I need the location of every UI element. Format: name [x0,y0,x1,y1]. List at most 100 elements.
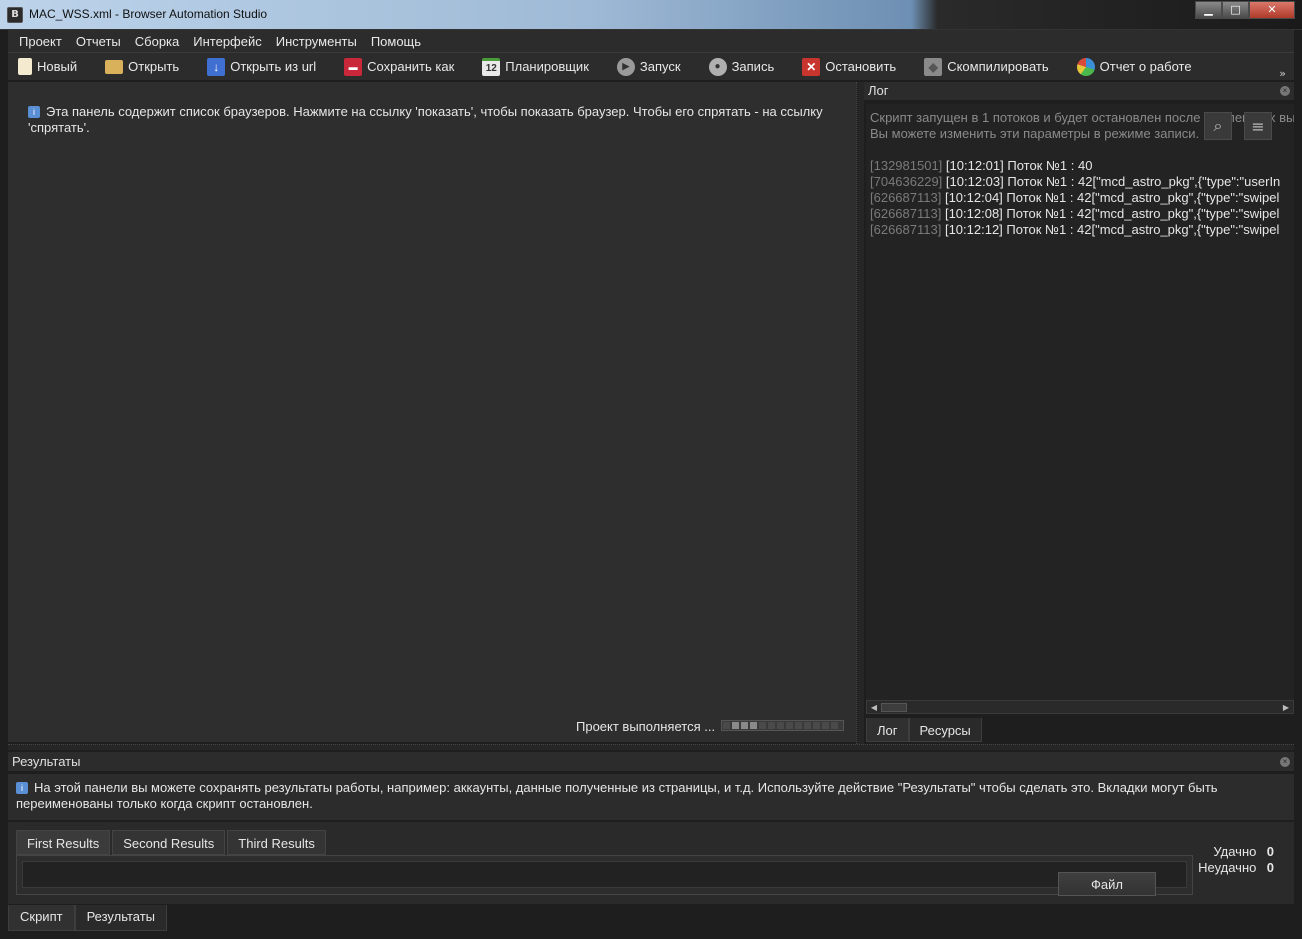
fail-stat: Неудачно 0 [1198,860,1274,875]
progress-segment [786,722,793,729]
bottom-tabs: Скрипт Результаты [8,905,168,931]
new-button[interactable]: Новый [18,58,77,75]
minimize-button[interactable]: ▁ [1195,1,1222,19]
log-line: [626687113] [10:12:12] Поток №1 : 42["mc… [870,222,1280,238]
scrollbar-thumb[interactable] [881,703,907,712]
log-horizontal-scrollbar[interactable]: ◀ ▶ [866,700,1294,714]
scroll-left-icon[interactable]: ◀ [869,703,879,713]
open-button-label: Открыть [128,59,180,74]
search-icon[interactable]: ⌕ [1204,112,1232,140]
menu-project[interactable]: Проект [12,34,69,49]
close-button[interactable]: ✕ [1249,1,1295,19]
log-panel-title: Лог [868,83,889,98]
progress-segment [768,722,775,729]
log-tabs: Лог Ресурсы [866,718,982,742]
calendar-icon: 12 [482,57,501,76]
log-line: [704636229] [10:12:03] Поток №1 : 42["mc… [870,174,1280,190]
results-body: First Results Second Results Third Resul… [8,822,1294,904]
maximize-button[interactable]: □ [1222,1,1249,19]
log-line: [132981501] [10:12:01] Поток №1 : 40 [870,158,1280,174]
success-count: 0 [1266,844,1274,859]
results-info-text: На этой панели вы можете сохранять резул… [16,780,1218,811]
toolbar: Новый Открыть ↓ Открыть из url ▬ Сохрани… [8,52,1294,80]
close-icon[interactable]: × [1280,86,1290,96]
log-line-id: [132981501] [870,158,943,173]
log-line-id: [704636229] [870,174,943,189]
window-controls: ▁ □ ✕ [1195,1,1295,19]
log-lines: [132981501] [10:12:01] Поток №1 : 40 [70… [870,158,1280,238]
menu-reports[interactable]: Отчеты [69,34,128,49]
results-content-area[interactable] [22,861,1187,888]
progress-segment [723,722,730,729]
new-file-icon [18,58,32,75]
run-button[interactable]: ▶ Запуск [616,57,681,76]
save-as-button-label: Сохранить как [367,59,455,74]
tab-first-results[interactable]: First Results [16,830,111,855]
menu-tools[interactable]: Инструменты [269,34,364,49]
play-icon: ▶ [616,57,635,76]
success-label: Удачно [1213,844,1257,859]
tab-log[interactable]: Лог [866,718,909,742]
fail-label: Неудачно [1198,860,1257,875]
log-line-id: [626687113] [870,206,942,221]
log-line: [626687113] [10:12:04] Поток №1 : 42["mc… [870,190,1280,206]
results-info: i На этой панели вы можете сохранять резу… [8,774,1294,820]
log-line-text: [10:12:01] Поток №1 : 40 [945,158,1093,173]
tab-third-results[interactable]: Third Results [227,830,326,855]
download-arrow-icon: ↓ [207,57,226,76]
file-button[interactable]: Файл [1058,872,1156,896]
stop-x-icon: ✕ [802,57,821,76]
scheduler-button-label: Планировщик [505,59,589,74]
log-line: [626687113] [10:12:08] Поток №1 : 42["mc… [870,206,1280,222]
log-line-id: [626687113] [870,222,942,237]
log-panel: Скрипт запущен в 1 потоков и будет остан… [866,104,1294,700]
stop-button-label: Остановить [825,59,897,74]
toolbar-overflow-icon[interactable]: » [1279,67,1286,80]
record-button[interactable]: ● Запись [708,57,774,76]
browser-panel: i Эта панель содержит список браузеров. Н… [8,82,856,742]
stop-button[interactable]: ✕ Остановить [802,57,897,76]
horizontal-splitter[interactable] [8,744,1294,750]
progress-bar [721,720,844,731]
results-tabs: First Results Second Results Third Resul… [16,830,328,855]
app-icon: B [7,7,23,23]
menu-bar: Проект Отчеты Сборка Интерфейс Инструмен… [8,30,1294,52]
menu-help[interactable]: Помощь [364,34,428,49]
progress-segment [804,722,811,729]
new-button-label: Новый [37,59,78,74]
open-url-button[interactable]: ↓ Открыть из url [207,57,317,76]
open-button[interactable]: Открыть [105,59,179,74]
log-panel-header: Лог × [864,82,1294,100]
package-cube-icon: ◆ [924,57,943,76]
open-url-button-label: Открыть из url [230,59,317,74]
log-line-text: [10:12:12] Поток №1 : 42["mcd_astro_pkg"… [944,222,1280,237]
results-panel-title: Результаты [12,754,81,769]
scheduler-button[interactable]: 12 Планировщик [482,57,589,76]
save-icon: ▬ [344,57,363,76]
results-panel-header: Результаты × [8,752,1294,771]
fail-count: 0 [1266,860,1274,875]
tab-results[interactable]: Результаты [74,905,168,931]
scroll-right-icon[interactable]: ▶ [1281,703,1291,713]
progress-segment [813,722,820,729]
progress-segment [741,722,748,729]
close-icon[interactable]: × [1280,757,1290,767]
save-as-button[interactable]: ▬ Сохранить как [344,57,455,76]
tab-resources[interactable]: Ресурсы [908,718,982,742]
browser-panel-info-text: Эта панель содержит список браузеров. На… [28,104,823,135]
menu-interface[interactable]: Интерфейс [186,34,268,49]
compile-button[interactable]: ◆ Скомпилировать [924,57,1049,76]
info-icon: i [16,782,28,794]
pie-chart-icon [1076,57,1095,76]
log-line-text: [10:12:08] Поток №1 : 42["mcd_astro_pkg"… [944,206,1280,221]
menu-icon[interactable]: ≡ [1244,112,1272,140]
browser-panel-info: i Эта панель содержит список браузеров. Н… [28,104,848,136]
progress-segment [759,722,766,729]
report-button-label: Отчет о работе [1099,59,1192,74]
progress-segment [822,722,829,729]
vertical-splitter[interactable] [856,82,864,744]
tab-script[interactable]: Скрипт [8,905,75,931]
menu-build[interactable]: Сборка [128,34,187,49]
tab-second-results[interactable]: Second Results [112,830,226,855]
report-button[interactable]: Отчет о работе [1076,57,1192,76]
